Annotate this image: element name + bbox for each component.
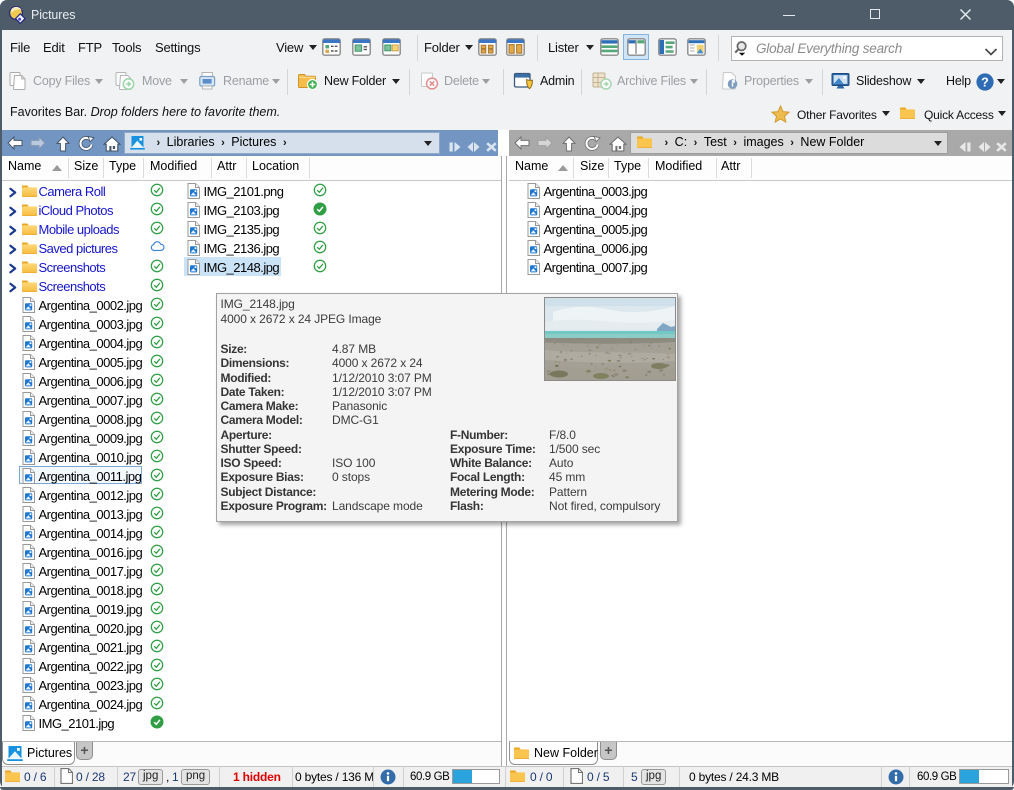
svg-text:?: ? <box>981 75 989 89</box>
